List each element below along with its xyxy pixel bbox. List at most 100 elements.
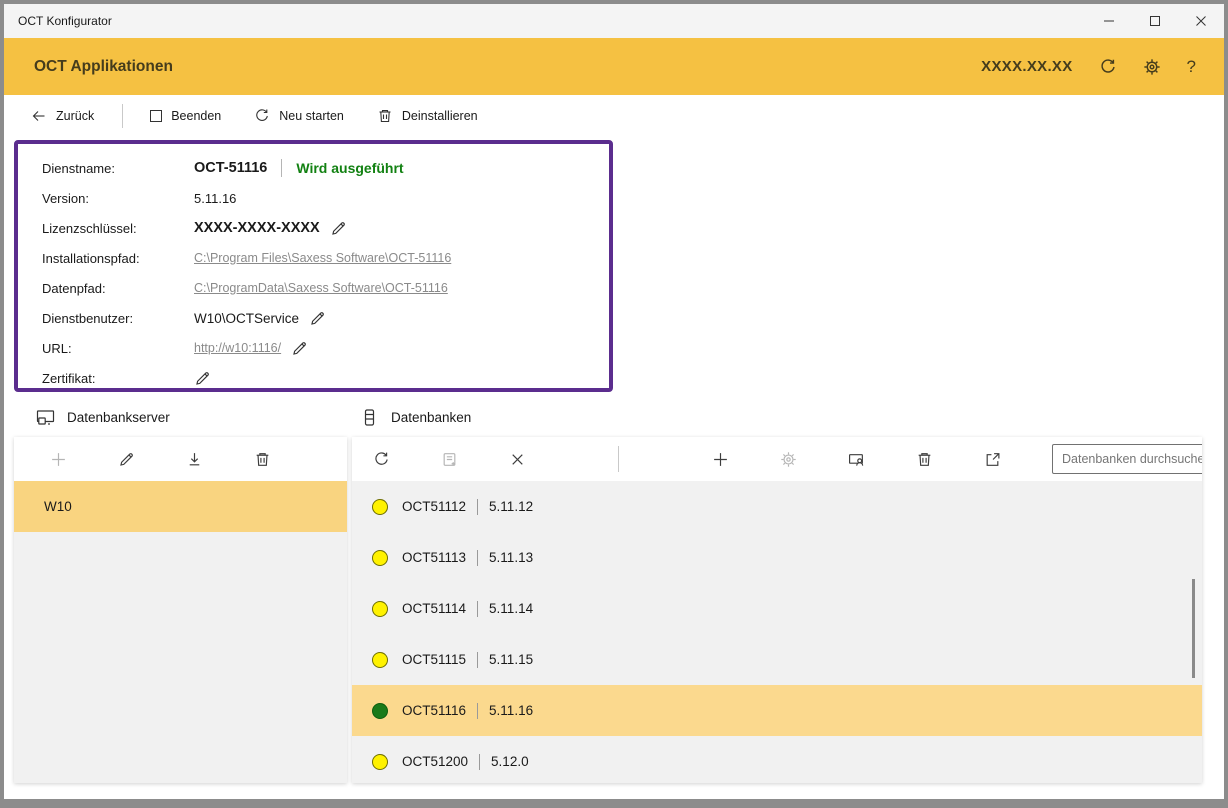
window-title: OCT Konfigurator [4,14,1086,28]
db-status-dot [372,499,388,515]
restart-icon [254,108,270,124]
toolbar-divider [618,446,619,472]
export-database-icon[interactable] [984,451,1001,468]
close-button[interactable] [1178,4,1224,38]
db-separator [477,499,478,515]
server-name: W10 [44,499,72,514]
stop-icon [150,110,162,122]
cancel-icon[interactable] [509,451,526,468]
databases-section-label: Datenbanken [391,410,471,425]
version-text: XXXX.XX.XX [981,58,1072,75]
uninstall-button[interactable]: Deinstallieren [377,108,478,124]
url-link[interactable]: http://w10:1116/ [194,341,281,355]
db-status-dot [372,550,388,566]
db-status-dot [372,703,388,719]
app-header: OCT Applikationen XXXX.XX.XX ? [4,38,1224,95]
help-icon[interactable]: ? [1187,57,1196,77]
edit-user-icon[interactable] [309,310,326,327]
window-controls [1086,4,1224,38]
restart-service-button[interactable]: Neu starten [254,108,344,124]
db-name: OCT51200 [402,754,468,769]
install-path-row: Installationspfad: C:\Program Files\Saxe… [42,243,609,273]
minimize-button[interactable] [1086,4,1132,38]
url-row: URL: http://w10:1116/ [42,333,609,363]
db-name: OCT51115 [402,652,466,667]
databases-list: OCT51112 5.11.12 OCT51113 5.11.13 OCT511… [352,481,1202,783]
service-info-panel: Dienstname: OCT-51116 Wird ausgeführt Ve… [14,140,613,392]
delete-server-icon[interactable] [254,451,271,468]
db-name: OCT51112 [402,499,466,514]
add-database-icon[interactable] [712,451,729,468]
stop-button-label: Beenden [171,109,221,123]
servers-list: W10 [14,481,347,532]
certificate-row: Zertifikat: [42,363,609,393]
stop-service-button[interactable]: Beenden [150,109,221,123]
servers-toolbar [14,437,347,481]
db-status-dot [372,754,388,770]
db-name: OCT51116 [402,703,466,718]
edit-url-icon[interactable] [291,340,308,357]
url-label: URL: [42,341,194,356]
database-list-item-selected[interactable]: OCT51116 5.11.16 [352,685,1202,736]
db-separator [477,601,478,617]
certificate-label: Zertifikat: [42,371,194,386]
edit-certificate-icon[interactable] [194,370,211,387]
edit-license-icon[interactable] [330,220,347,237]
data-path-link[interactable]: C:\ProgramData\Saxess Software\OCT-51116 [194,281,448,295]
data-path-row: Datenpfad: C:\ProgramData\Saxess Softwar… [42,273,609,303]
databases-section-title: Datenbanken [360,408,471,427]
version-label: Version: [42,191,194,206]
maximize-button[interactable] [1132,4,1178,38]
back-arrow-icon [31,108,47,124]
db-version: 5.11.15 [489,652,533,667]
database-users-icon[interactable] [848,451,865,468]
gear-icon[interactable] [1143,58,1161,76]
service-user-value: W10\OCTService [194,311,299,326]
refresh-databases-icon[interactable] [373,451,390,468]
restart-button-label: Neu starten [279,109,344,123]
servers-section-title: Datenbankserver [36,408,170,427]
add-server-icon[interactable] [50,451,67,468]
version-value: 5.11.16 [194,191,236,206]
db-name: OCT51113 [402,550,466,565]
database-icon [360,408,379,427]
database-list-item[interactable]: OCT51112 5.11.12 [352,481,1202,532]
servers-section-label: Datenbankserver [67,410,170,425]
app-window: OCT Konfigurator OCT Applikationen XXXX.… [0,0,1228,808]
database-list-item[interactable]: OCT51114 5.11.14 [352,583,1202,634]
back-button[interactable]: Zurück [31,108,94,124]
db-name: OCT51114 [402,601,466,616]
value-divider [281,159,282,177]
action-toolbar: Zurück Beenden Neu starten Deinstalliere… [4,95,1224,137]
db-separator [477,550,478,566]
refresh-icon[interactable] [1099,58,1117,76]
db-status-dot [372,601,388,617]
database-list-item[interactable]: OCT51115 5.11.15 [352,634,1202,685]
page-title: OCT Applikationen [4,58,981,76]
db-separator [477,652,478,668]
vertical-scrollbar[interactable] [1192,579,1195,678]
database-list-item[interactable]: OCT51113 5.11.13 [352,532,1202,583]
close-icon [1195,15,1207,27]
install-path-link[interactable]: C:\Program Files\Saxess Software\OCT-511… [194,251,451,265]
data-path-label: Datenpfad: [42,281,194,296]
edit-server-icon[interactable] [118,451,135,468]
header-actions: XXXX.XX.XX ? [981,57,1224,77]
service-user-label: Dienstbenutzer: [42,311,194,326]
back-button-label: Zurück [56,109,94,123]
db-separator [479,754,480,770]
trash-icon [377,108,393,124]
database-list-item[interactable]: OCT51200 5.12.0 [352,736,1202,783]
database-settings-icon[interactable] [780,451,797,468]
server-list-item[interactable]: W10 [14,481,347,532]
delete-database-icon[interactable] [916,451,933,468]
report-add-icon[interactable] [441,451,458,468]
databases-toolbar [352,437,1202,481]
search-databases-input[interactable] [1052,444,1202,474]
service-name-value: OCT-51116 [194,160,267,176]
databases-panel: OCT51112 5.11.12 OCT51113 5.11.13 OCT511… [352,437,1202,783]
import-server-icon[interactable] [186,451,203,468]
devices-icon [36,408,55,427]
license-value: XXXX-XXXX-XXXX [194,220,320,236]
db-version: 5.11.12 [489,499,533,514]
